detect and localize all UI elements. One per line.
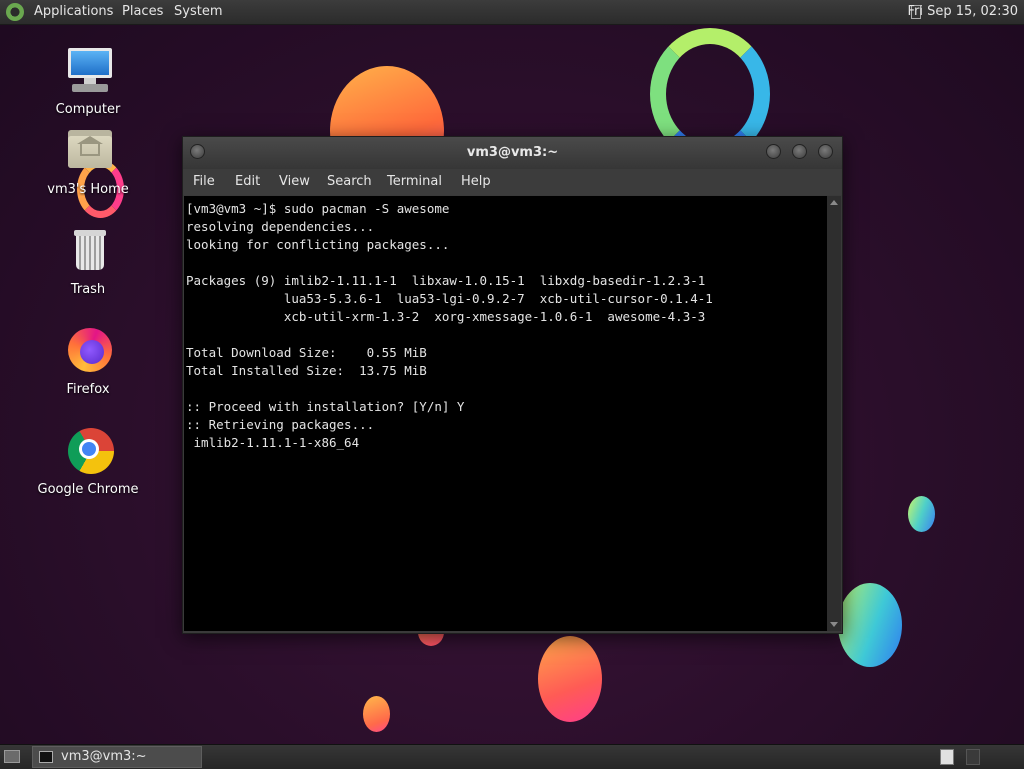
wallpaper-blob [838, 583, 902, 667]
taskbar-terminal-button[interactable]: vm3@vm3:~ [32, 746, 202, 768]
window-title: vm3@vm3:~ [466, 145, 559, 160]
top-panel: Applications Places System Fri Sep 15, 0… [0, 0, 1024, 25]
terminal-line: Packages (9) imlib2-1.11.1-1 libxaw-1.0.… [186, 273, 706, 288]
terminal-line: resolving dependencies... [186, 219, 375, 234]
distro-logo-icon[interactable] [6, 3, 24, 21]
menu-system[interactable]: System [174, 0, 222, 24]
menu-edit[interactable]: Edit [235, 169, 260, 195]
terminal-line: [vm3@vm3 ~]$ sudo pacman -S awesome [186, 201, 450, 216]
menu-file[interactable]: File [193, 169, 215, 195]
terminal-scrollbar[interactable] [827, 196, 841, 631]
terminal-output[interactable]: [vm3@vm3 ~]$ sudo pacman -S awesome reso… [184, 196, 827, 631]
chrome-icon [66, 426, 114, 474]
menu-places[interactable]: Places [122, 0, 163, 24]
desktop-icon-label: vm3's Home [47, 182, 129, 197]
wallpaper-blob [538, 636, 602, 722]
desktop-icon-label: Computer [55, 102, 121, 117]
home-folder-icon [66, 126, 114, 174]
menu-help[interactable]: Help [461, 169, 491, 195]
terminal-menubar: File Edit View Search Terminal Help [183, 169, 842, 195]
clock[interactable]: Fri Sep 15, 02:30 [907, 0, 1018, 24]
computer-icon [66, 46, 114, 94]
terminal-icon [39, 751, 53, 763]
terminal-line: :: Retrieving packages... [186, 417, 375, 432]
workspace-2[interactable] [966, 749, 980, 765]
menu-terminal[interactable]: Terminal [387, 169, 442, 195]
trash-icon [66, 226, 114, 274]
terminal-line: imlib2-1.11.1-1-x86_64 [193, 435, 360, 450]
menu-applications[interactable]: Applications [34, 0, 113, 24]
terminal-window[interactable]: vm3@vm3:~ File Edit View Search Terminal… [182, 136, 843, 634]
close-button[interactable] [818, 144, 833, 159]
terminal-line: Total Installed Size: 13.75 MiB [186, 363, 427, 378]
terminal-text: [vm3@vm3 ~]$ sudo pacman -S awesome reso… [184, 196, 827, 452]
taskbar-label: vm3@vm3:~ [61, 749, 147, 764]
scroll-down-icon[interactable] [830, 622, 838, 627]
terminal-line: lua53-5.3.6-1 lua53-lgi-0.9.2-7 xcb-util… [283, 291, 713, 306]
desktop-icon-label: Firefox [66, 382, 110, 397]
maximize-button[interactable] [792, 144, 807, 159]
workspace-1[interactable] [940, 749, 954, 765]
show-desktop-icon[interactable] [4, 750, 20, 763]
minimize-button[interactable] [766, 144, 781, 159]
firefox-icon [66, 326, 114, 374]
desktop-icon-label: Google Chrome [37, 482, 139, 497]
terminal-line: :: Proceed with installation? [Y/n] Y [186, 399, 465, 414]
wallpaper-blob [363, 696, 390, 732]
menu-view[interactable]: View [279, 169, 310, 195]
terminal-line: xcb-util-xrm-1.3-2 xorg-xmessage-1.0.6-1… [283, 309, 706, 324]
desktop-icon-label: Trash [70, 282, 106, 297]
terminal-line: looking for conflicting packages... [186, 237, 450, 252]
window-titlebar[interactable]: vm3@vm3:~ [183, 137, 842, 169]
terminal-line: Total Download Size: 0.55 MiB [186, 345, 427, 360]
wallpaper-blob [908, 496, 935, 532]
menu-search[interactable]: Search [327, 169, 372, 195]
scroll-up-icon[interactable] [830, 200, 838, 205]
bottom-panel: vm3@vm3:~ [0, 744, 1024, 769]
